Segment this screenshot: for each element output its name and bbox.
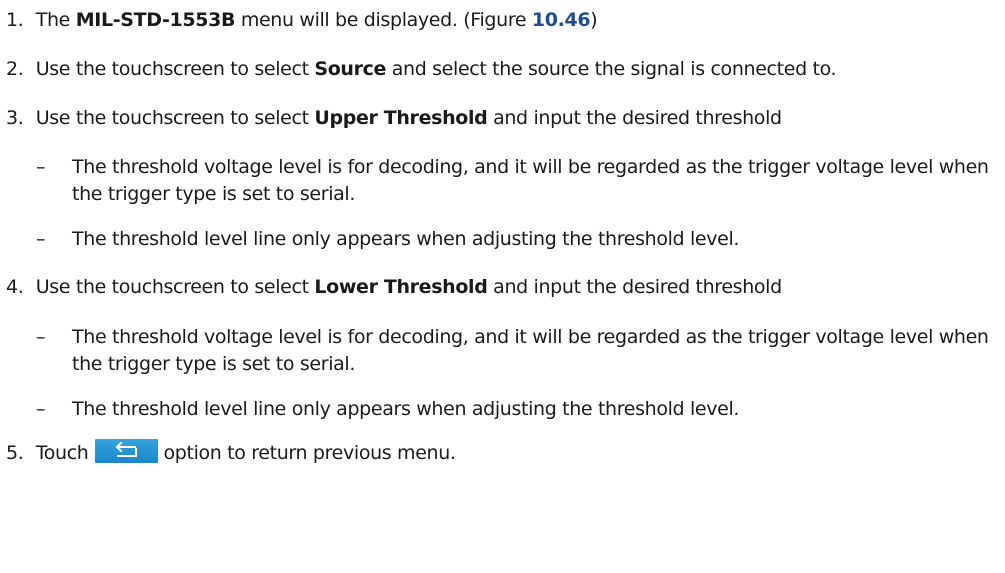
bullet-dash: – [36,326,46,348]
step-text: option to return previous menu. [163,442,456,464]
step-text: and input the desired threshold [487,107,782,129]
step-text: and select the source the signal is conn… [386,58,837,80]
bullet-item: – The threshold level line only appears … [36,396,997,423]
option-name: Source [314,58,387,80]
bullet-dash: – [36,398,46,420]
step-number: 5. [6,442,24,464]
bullet-text: The threshold level line only appears wh… [72,228,740,250]
step-text: The [35,9,76,31]
step-number: 1. [6,9,24,31]
bullet-dash: – [36,228,46,250]
step-5: 5. Touch option to return previous menu. [6,438,1001,466]
bullet-dash: – [36,156,46,178]
option-name: Lower Threshold [314,276,488,298]
step-1: 1. The MIL-STD-1553B menu will be displa… [6,7,1001,33]
bullet-text: The threshold voltage level is for decod… [72,156,989,205]
step-2: 2. Use the touchscreen to select Source … [6,56,1001,82]
step-number: 2. [6,58,24,80]
step-text: Use the touchscreen to select [35,276,315,298]
figure-link[interactable]: 10.46 [532,9,591,31]
step-4: 4. Use the touchscreen to select Lower T… [6,274,1001,300]
return-button[interactable] [94,438,158,463]
manual-page: 1. The MIL-STD-1553B menu will be displa… [0,0,1005,573]
step-text: Use the touchscreen to select [35,58,315,80]
step-text: ) [590,9,598,31]
bullet-item: – The threshold voltage level is for dec… [36,154,997,208]
bullet-item: – The threshold voltage level is for dec… [36,324,997,378]
menu-name: MIL-STD-1553B [75,9,236,31]
step-text: Touch [35,442,89,464]
step-text: and input the desired threshold [487,276,782,298]
step-text: menu will be displayed. (Figure [235,9,532,31]
bullet-text: The threshold level line only appears wh… [72,398,740,420]
step-text: Use the touchscreen to select [35,107,315,129]
step-number: 3. [6,107,24,129]
bullet-text: The threshold voltage level is for decod… [72,326,989,375]
step-number: 4. [6,276,24,298]
return-arrow-icon [115,441,137,457]
option-name: Upper Threshold [314,107,488,129]
step-3: 3. Use the touchscreen to select Upper T… [6,105,1001,131]
bullet-item: – The threshold level line only appears … [36,226,997,253]
